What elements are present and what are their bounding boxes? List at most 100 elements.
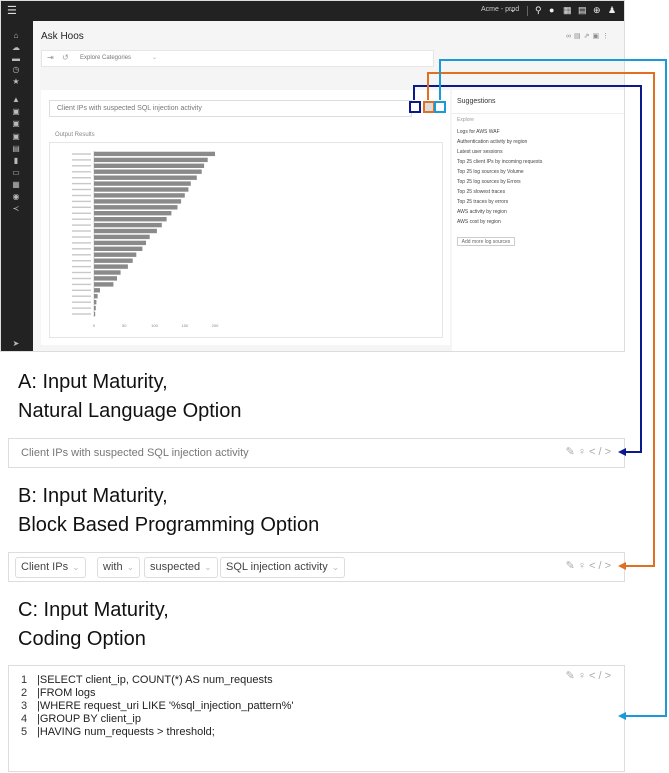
code-icon[interactable]: </> bbox=[589, 670, 614, 682]
chart-bar bbox=[94, 276, 117, 281]
chevron-down-icon: ⌄ bbox=[204, 562, 212, 572]
category-label-mark bbox=[72, 230, 91, 232]
add-log-sources-button[interactable]: Add more log sources bbox=[457, 237, 515, 246]
suggestion-item[interactable]: Top 25 log sources by Errors bbox=[457, 179, 521, 185]
chart-bar bbox=[94, 163, 205, 168]
share-icon[interactable]: ⇗ bbox=[584, 33, 593, 40]
block-chip[interactable]: suspected ⌄ bbox=[144, 557, 218, 578]
table-icon[interactable]: ▦ bbox=[10, 180, 22, 189]
lightbulb-icon[interactable]: ♀ bbox=[578, 446, 589, 458]
dashboard-icon[interactable]: ▣ bbox=[10, 132, 22, 141]
input-actions: ✎♀</> bbox=[566, 669, 614, 682]
x-tick-label: 50 bbox=[122, 323, 127, 328]
app-screenshot: ☰ Acme - prod ⌄ ⚲ ● ▦ ▤ ⊕ ♟ ⌂ ☁ ▬ ◷ ★ ▲ … bbox=[0, 0, 625, 352]
undo-icon[interactable]: ↺ bbox=[62, 53, 69, 62]
chart-bar bbox=[94, 169, 202, 174]
folder-icon[interactable]: ▬ bbox=[10, 54, 22, 63]
code-icon[interactable]: </> bbox=[589, 560, 614, 572]
query-input[interactable]: Client IPs with suspected SQL injection … bbox=[49, 100, 412, 117]
natural-language-input[interactable]: Client IPs with suspected SQL injection … bbox=[8, 438, 625, 468]
category-select[interactable]: Explore Categories bbox=[80, 55, 131, 61]
suggestion-item[interactable]: Logs for AWS WAF bbox=[457, 129, 500, 135]
suggestions-panel: Suggestions Explore Logs for AWS WAF Aut… bbox=[452, 90, 624, 351]
edit-icon[interactable]: ✎ bbox=[566, 670, 578, 682]
chart-bar bbox=[94, 157, 208, 163]
category-label-mark bbox=[72, 254, 91, 256]
bookmark-icon[interactable]: ▤ bbox=[574, 33, 584, 40]
settings-icon[interactable]: ⊕ bbox=[593, 5, 601, 16]
block-chip[interactable]: Client IPs ⌄ bbox=[15, 557, 86, 578]
cloud-icon[interactable]: ☁ bbox=[10, 43, 22, 52]
alert-icon[interactable]: ▲ bbox=[10, 95, 22, 104]
chart-bar bbox=[94, 305, 96, 311]
category-label-mark bbox=[72, 165, 91, 167]
user-icon[interactable]: ♟ bbox=[608, 5, 616, 16]
query-text: Client IPs with suspected SQL injection … bbox=[57, 105, 202, 112]
report-icon[interactable]: ▣ bbox=[10, 119, 22, 128]
suggestion-item[interactable]: AWS activity by region bbox=[457, 209, 507, 215]
caption-a-line2: Natural Language Option bbox=[18, 400, 242, 422]
suggestion-item[interactable]: Latest user sessions bbox=[457, 149, 503, 155]
chart-bar bbox=[94, 311, 96, 317]
suggestion-item[interactable]: Top 25 client IPs by incoming requests bbox=[457, 159, 542, 165]
top-bar: ☰ Acme - prod ⌄ ⚲ ● ▦ ▤ ⊕ ♟ bbox=[1, 1, 624, 21]
lightbulb-icon[interactable]: ♀ bbox=[578, 560, 589, 572]
category-label-mark bbox=[72, 242, 91, 244]
chart-bar bbox=[94, 264, 128, 269]
code-icon[interactable]: </> bbox=[589, 446, 614, 458]
block-chip[interactable]: SQL injection activity ⌄ bbox=[220, 557, 346, 578]
more-icon[interactable]: ⋮ bbox=[602, 33, 612, 40]
menu-icon[interactable]: ☰ bbox=[7, 4, 17, 17]
stage: { "app": { "title": "Ask Hoos", "env_lab… bbox=[0, 0, 669, 773]
lightbulb-icon[interactable]: ♀ bbox=[578, 670, 589, 682]
chevron-down-icon: ⌄ bbox=[331, 562, 340, 572]
star-icon[interactable]: ★ bbox=[10, 77, 22, 86]
category-label-mark bbox=[72, 200, 91, 203]
block-chip[interactable]: with ⌄ bbox=[97, 557, 141, 578]
divider bbox=[452, 113, 624, 114]
category-label-mark bbox=[72, 206, 91, 208]
share-icon[interactable]: ≺ bbox=[10, 204, 22, 213]
list-icon[interactable]: ▤ bbox=[10, 144, 22, 153]
category-label-mark bbox=[72, 295, 91, 297]
category-label-mark bbox=[72, 188, 91, 191]
code-line: 4 |GROUP BY client_ip bbox=[21, 713, 141, 725]
code-input[interactable]: ✎♀</> 1 |SELECT client_ip, COUNT(*) AS nu… bbox=[8, 665, 625, 772]
chart-bar bbox=[94, 270, 121, 275]
edit-icon[interactable]: ✎ bbox=[566, 560, 578, 572]
grid-icon[interactable]: ▦ bbox=[563, 5, 572, 16]
x-tick-label: 0 bbox=[93, 323, 96, 328]
chevron-down-icon[interactable]: ⌄ bbox=[152, 54, 157, 61]
chart-bar bbox=[94, 181, 191, 186]
building-icon[interactable]: ▤ bbox=[578, 5, 587, 16]
chevron-down-icon[interactable]: ⌄ bbox=[509, 4, 517, 15]
send-icon[interactable]: ➤ bbox=[10, 339, 22, 348]
redo-icon[interactable]: ⇥ bbox=[47, 53, 54, 62]
save-icon[interactable]: ▣ bbox=[593, 33, 603, 40]
search-icon[interactable]: ⚲ bbox=[535, 5, 542, 16]
link-icon[interactable]: ∞ bbox=[566, 33, 574, 40]
suggestion-item[interactable]: Top 25 traces by errors bbox=[457, 199, 508, 205]
code-mode-button[interactable] bbox=[434, 101, 446, 113]
document-icon[interactable]: ▣ bbox=[10, 107, 22, 116]
edit-icon[interactable]: ✎ bbox=[566, 446, 578, 458]
help-icon[interactable]: ● bbox=[549, 5, 554, 15]
suggestion-item[interactable]: Top 25 slowest traces bbox=[457, 189, 505, 195]
category-label-mark bbox=[72, 236, 91, 238]
suggestion-item[interactable]: AWS cost by region bbox=[457, 219, 501, 225]
caption-b-line2: Block Based Programming Option bbox=[18, 514, 320, 536]
code-line: 5 |HAVING num_requests > threshold; bbox=[21, 726, 215, 738]
file-icon[interactable]: ▮ bbox=[10, 156, 22, 165]
chart-bar bbox=[94, 300, 97, 305]
calendar-icon[interactable]: ▭ bbox=[10, 168, 22, 177]
suggestion-item[interactable]: Authentication activity by region bbox=[457, 139, 527, 145]
bulb-icon[interactable]: ◉ bbox=[10, 192, 22, 201]
natural-language-mode-button[interactable] bbox=[409, 101, 421, 113]
output-results-label: Output Results bbox=[55, 132, 95, 138]
clock-icon[interactable]: ◷ bbox=[10, 65, 22, 74]
x-tick-label: 150 bbox=[181, 323, 188, 328]
home-icon[interactable]: ⌂ bbox=[10, 31, 22, 40]
chart-bar bbox=[94, 228, 157, 234]
suggestion-item[interactable]: Top 25 log sources by Volume bbox=[457, 169, 524, 175]
chart-bar bbox=[94, 282, 114, 287]
